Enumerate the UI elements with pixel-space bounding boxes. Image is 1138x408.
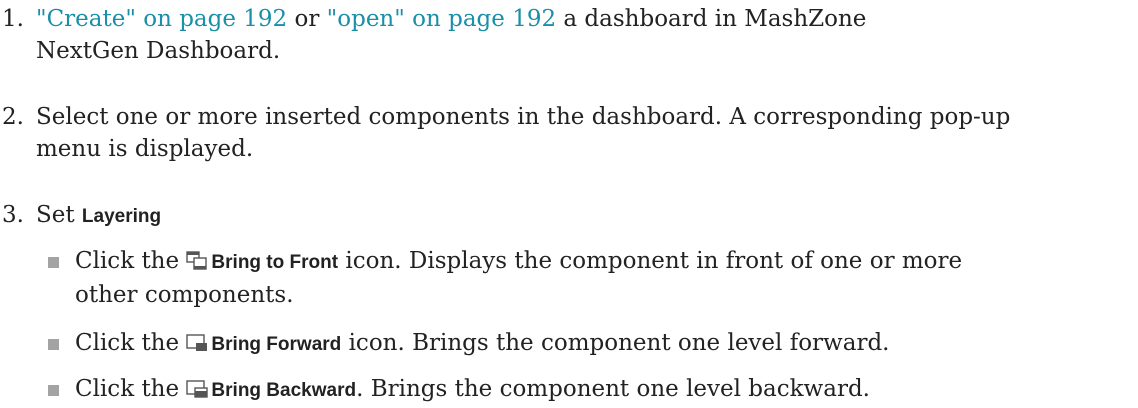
step-body: Set Layering: [36, 199, 1126, 233]
open-link[interactable]: "open" on page 192: [327, 6, 556, 32]
bullet-body: Click the Bring to Front icon. Displays …: [75, 245, 1130, 311]
step-text: a dashboard in MashZone: [556, 6, 867, 32]
step-text: Set: [36, 202, 82, 228]
step-body: "Create" on page 192 or "open" on page 1…: [36, 3, 1126, 67]
step-text: NextGen Dashboard.: [36, 38, 281, 64]
bullet-text: icon. Displays the component in front of…: [338, 248, 963, 274]
bring-backward-label: Bring Backward: [211, 380, 357, 401]
layering-label: Layering: [81, 206, 162, 227]
step-body: Select one or more inserted components i…: [36, 101, 1126, 165]
step-line: NextGen Dashboard.: [36, 35, 1126, 67]
bullet-text: icon. Brings the component one level for…: [341, 330, 890, 356]
bullet-text: . Brings the component one level backwar…: [356, 376, 870, 402]
bring-to-front-icon: [186, 251, 208, 271]
step-line: "Create" on page 192 or "open" on page 1…: [36, 3, 1126, 35]
bring-forward-icon: [186, 333, 208, 353]
bullet-text: Click the: [75, 376, 187, 402]
bullet-line: other components.: [75, 282, 294, 308]
bullet-body: Click the Bring Backward. Brings the com…: [75, 373, 1130, 407]
or-text: or: [287, 6, 327, 32]
step-line: Select one or more inserted components i…: [36, 104, 1011, 130]
bullet-body: Click the Bring Forward icon. Brings the…: [75, 327, 1130, 361]
bring-forward-label: Bring Forward: [211, 334, 342, 355]
step-number: 1.: [2, 6, 24, 32]
create-link[interactable]: "Create" on page 192: [36, 6, 287, 32]
bullet-marker: [48, 257, 59, 268]
step-line: menu is displayed.: [36, 136, 254, 162]
step-number: 2.: [2, 104, 24, 130]
bring-backward-icon: [186, 379, 209, 399]
bullet-marker: [48, 385, 59, 396]
bullet-text: Click the: [75, 330, 187, 356]
bullet-marker: [48, 339, 59, 350]
bullet-text: Click the: [75, 248, 187, 274]
step-number: 3.: [2, 202, 24, 228]
bullet-line: Click the Bring to Front icon. Displays …: [75, 245, 1130, 279]
bring-to-front-label: Bring to Front: [211, 252, 339, 273]
